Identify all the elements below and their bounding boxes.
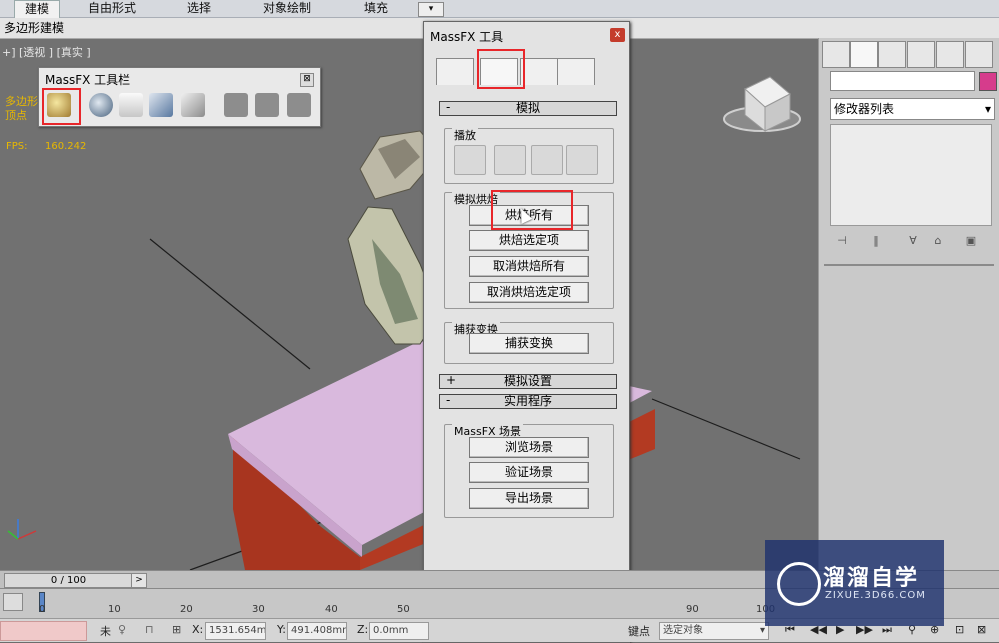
polygon-modeling-label[interactable]: 多边形建模: [4, 20, 64, 36]
massfx-toolbar-title: MassFX 工具栏: [45, 73, 131, 87]
hierarchy-tab-icon[interactable]: [878, 41, 906, 68]
massfx-tools-dialog[interactable]: MassFX 工具 x - 模拟 播放 模拟烘焙 烘焙所有 烘焙选定项 取消烘焙…: [423, 21, 630, 643]
rigid-body-icon[interactable]: [89, 93, 113, 117]
absolute-mode-icon[interactable]: ⊞: [172, 623, 181, 636]
lightbulb-icon[interactable]: ♀: [118, 623, 126, 636]
remove-modifier-icon[interactable]: ⌂: [929, 234, 947, 248]
toolbar-close-icon[interactable]: ⊠: [300, 73, 314, 87]
cloth-icon[interactable]: [119, 93, 143, 117]
play-step-icon[interactable]: [531, 145, 563, 175]
tab-freeform[interactable]: 自由形式: [88, 0, 136, 17]
maximize-viewport-icon[interactable]: ⊠: [977, 623, 986, 636]
capture-transform-button[interactable]: 捕获变换: [469, 333, 589, 354]
y-coordinate-field[interactable]: 491.408mm: [287, 622, 347, 640]
ragdoll-icon[interactable]: [181, 93, 205, 117]
y-label: Y:: [277, 623, 286, 636]
pin-stack-icon[interactable]: ⊣: [833, 234, 851, 248]
tick-label: 90: [686, 604, 699, 615]
fps-label: FPS:: [6, 141, 28, 152]
bake-selected-button[interactable]: 烘焙选定项: [469, 230, 589, 251]
watermark: 溜溜自学 ZIXUE.3D66.COM: [765, 540, 944, 626]
key-points-label: 键点: [628, 625, 650, 638]
tab-object-paint[interactable]: 对象绘制: [263, 0, 311, 17]
tick-label: 20: [180, 604, 193, 615]
make-unique-icon[interactable]: ∀: [904, 234, 922, 248]
tick-label: 0: [39, 604, 46, 615]
fps-value: 160.242: [45, 141, 87, 152]
status-prefix: 未: [100, 625, 111, 638]
tab-selection[interactable]: 选择: [187, 0, 211, 17]
tick-label: 30: [252, 604, 265, 615]
constraint-icon[interactable]: [149, 93, 173, 117]
reset-playback-icon[interactable]: [454, 145, 486, 175]
start-simulation-icon[interactable]: [255, 93, 279, 117]
highlight-toolbar-icon: [42, 88, 81, 125]
command-panel: 修改器列表 ▾ ⊣ ‖ ∀ ⌂ ▣: [818, 38, 999, 570]
highlight-tools-tab: [477, 49, 525, 89]
modifier-list-dropdown[interactable]: 修改器列表 ▾: [830, 98, 995, 120]
dialog-close-button[interactable]: x: [610, 28, 625, 42]
time-slider[interactable]: 0 / 100: [4, 573, 133, 588]
vertex-text: 顶点: [5, 109, 27, 122]
rollout-title: 模拟: [515, 101, 540, 115]
modifier-stack[interactable]: [830, 124, 992, 226]
play-icon[interactable]: [494, 145, 526, 175]
world-tab-icon[interactable]: [436, 58, 474, 85]
next-frame-button[interactable]: >: [131, 573, 147, 588]
simulation-settings-rollout[interactable]: + 模拟设置: [439, 374, 617, 389]
z-coordinate-field[interactable]: 0.0mm: [369, 622, 429, 640]
rollout-title: 实用程序: [503, 394, 552, 408]
explore-scene-button[interactable]: 浏览场景: [469, 437, 589, 458]
tick-label: 10: [108, 604, 121, 615]
chevron-down-icon: ▾: [984, 102, 991, 116]
tab-modeling[interactable]: 建模: [14, 0, 61, 18]
export-scene-button[interactable]: 导出场景: [469, 488, 589, 509]
trackbar-toggle-icon[interactable]: [3, 593, 23, 611]
massfx-toolbar[interactable]: MassFX 工具栏 ⊠: [38, 67, 321, 127]
maxscript-listener[interactable]: [0, 621, 87, 641]
selection-set-dropdown[interactable]: 选定对象 ▾: [659, 622, 769, 640]
tick-label: 40: [325, 604, 338, 615]
panel-divider: [824, 264, 994, 266]
tab-populate[interactable]: 填充: [364, 0, 388, 17]
watermark-brand: 溜溜自学: [823, 566, 920, 591]
display-tab-icon[interactable]: [936, 41, 964, 68]
watermark-site: ZIXUE.3D66.COM: [825, 590, 926, 601]
modifier-list-label: 修改器列表: [834, 102, 895, 116]
show-end-result-icon[interactable]: ‖: [867, 234, 885, 248]
unbake-all-button[interactable]: 取消烘焙所有: [469, 256, 589, 277]
z-label: Z:: [357, 623, 369, 636]
object-color-swatch[interactable]: [979, 72, 997, 91]
validate-scene-button[interactable]: 验证场景: [469, 462, 589, 483]
viewport-label[interactable]: +] [透视 ] [真实 ]: [2, 44, 91, 60]
simulation-rollout[interactable]: - 模拟: [439, 101, 617, 116]
motion-tab-icon[interactable]: [907, 41, 935, 68]
configure-modifier-sets-icon[interactable]: ▣: [962, 234, 980, 248]
lock-icon[interactable]: ⊓: [145, 623, 154, 636]
zoom-extents-icon[interactable]: ⊡: [955, 623, 964, 636]
step-simulation-icon[interactable]: [287, 93, 311, 117]
ribbon: 建模 自由形式 选择 对象绘制 填充 ▾: [0, 0, 999, 18]
create-tab-icon[interactable]: [822, 41, 850, 68]
edit-tab-icon[interactable]: [520, 58, 558, 85]
tick-label: 50: [397, 604, 410, 615]
highlight-bake-all: [491, 190, 573, 230]
x-coordinate-field[interactable]: 1531.654m: [205, 622, 266, 640]
utilities-tab-icon[interactable]: [965, 41, 993, 68]
reset-simulation-icon[interactable]: [224, 93, 248, 117]
play-logo-icon: [777, 562, 821, 606]
display-tab-icon[interactable]: [557, 58, 595, 85]
ribbon-options-dropdown[interactable]: ▾: [418, 2, 444, 17]
massfx-dialog-title: MassFX 工具: [430, 30, 504, 44]
unbake-selected-button[interactable]: 取消烘焙选定项: [469, 282, 589, 303]
object-name-field[interactable]: [830, 71, 975, 91]
utilities-rollout[interactable]: - 实用程序: [439, 394, 617, 409]
step-forward-icon[interactable]: [566, 145, 598, 175]
rollout-title: 模拟设置: [503, 374, 552, 388]
group-label: 播放: [452, 127, 478, 143]
selection-set-label: 选定对象: [663, 625, 703, 636]
modify-tab-icon[interactable]: [850, 41, 878, 68]
x-label: X:: [192, 623, 204, 636]
